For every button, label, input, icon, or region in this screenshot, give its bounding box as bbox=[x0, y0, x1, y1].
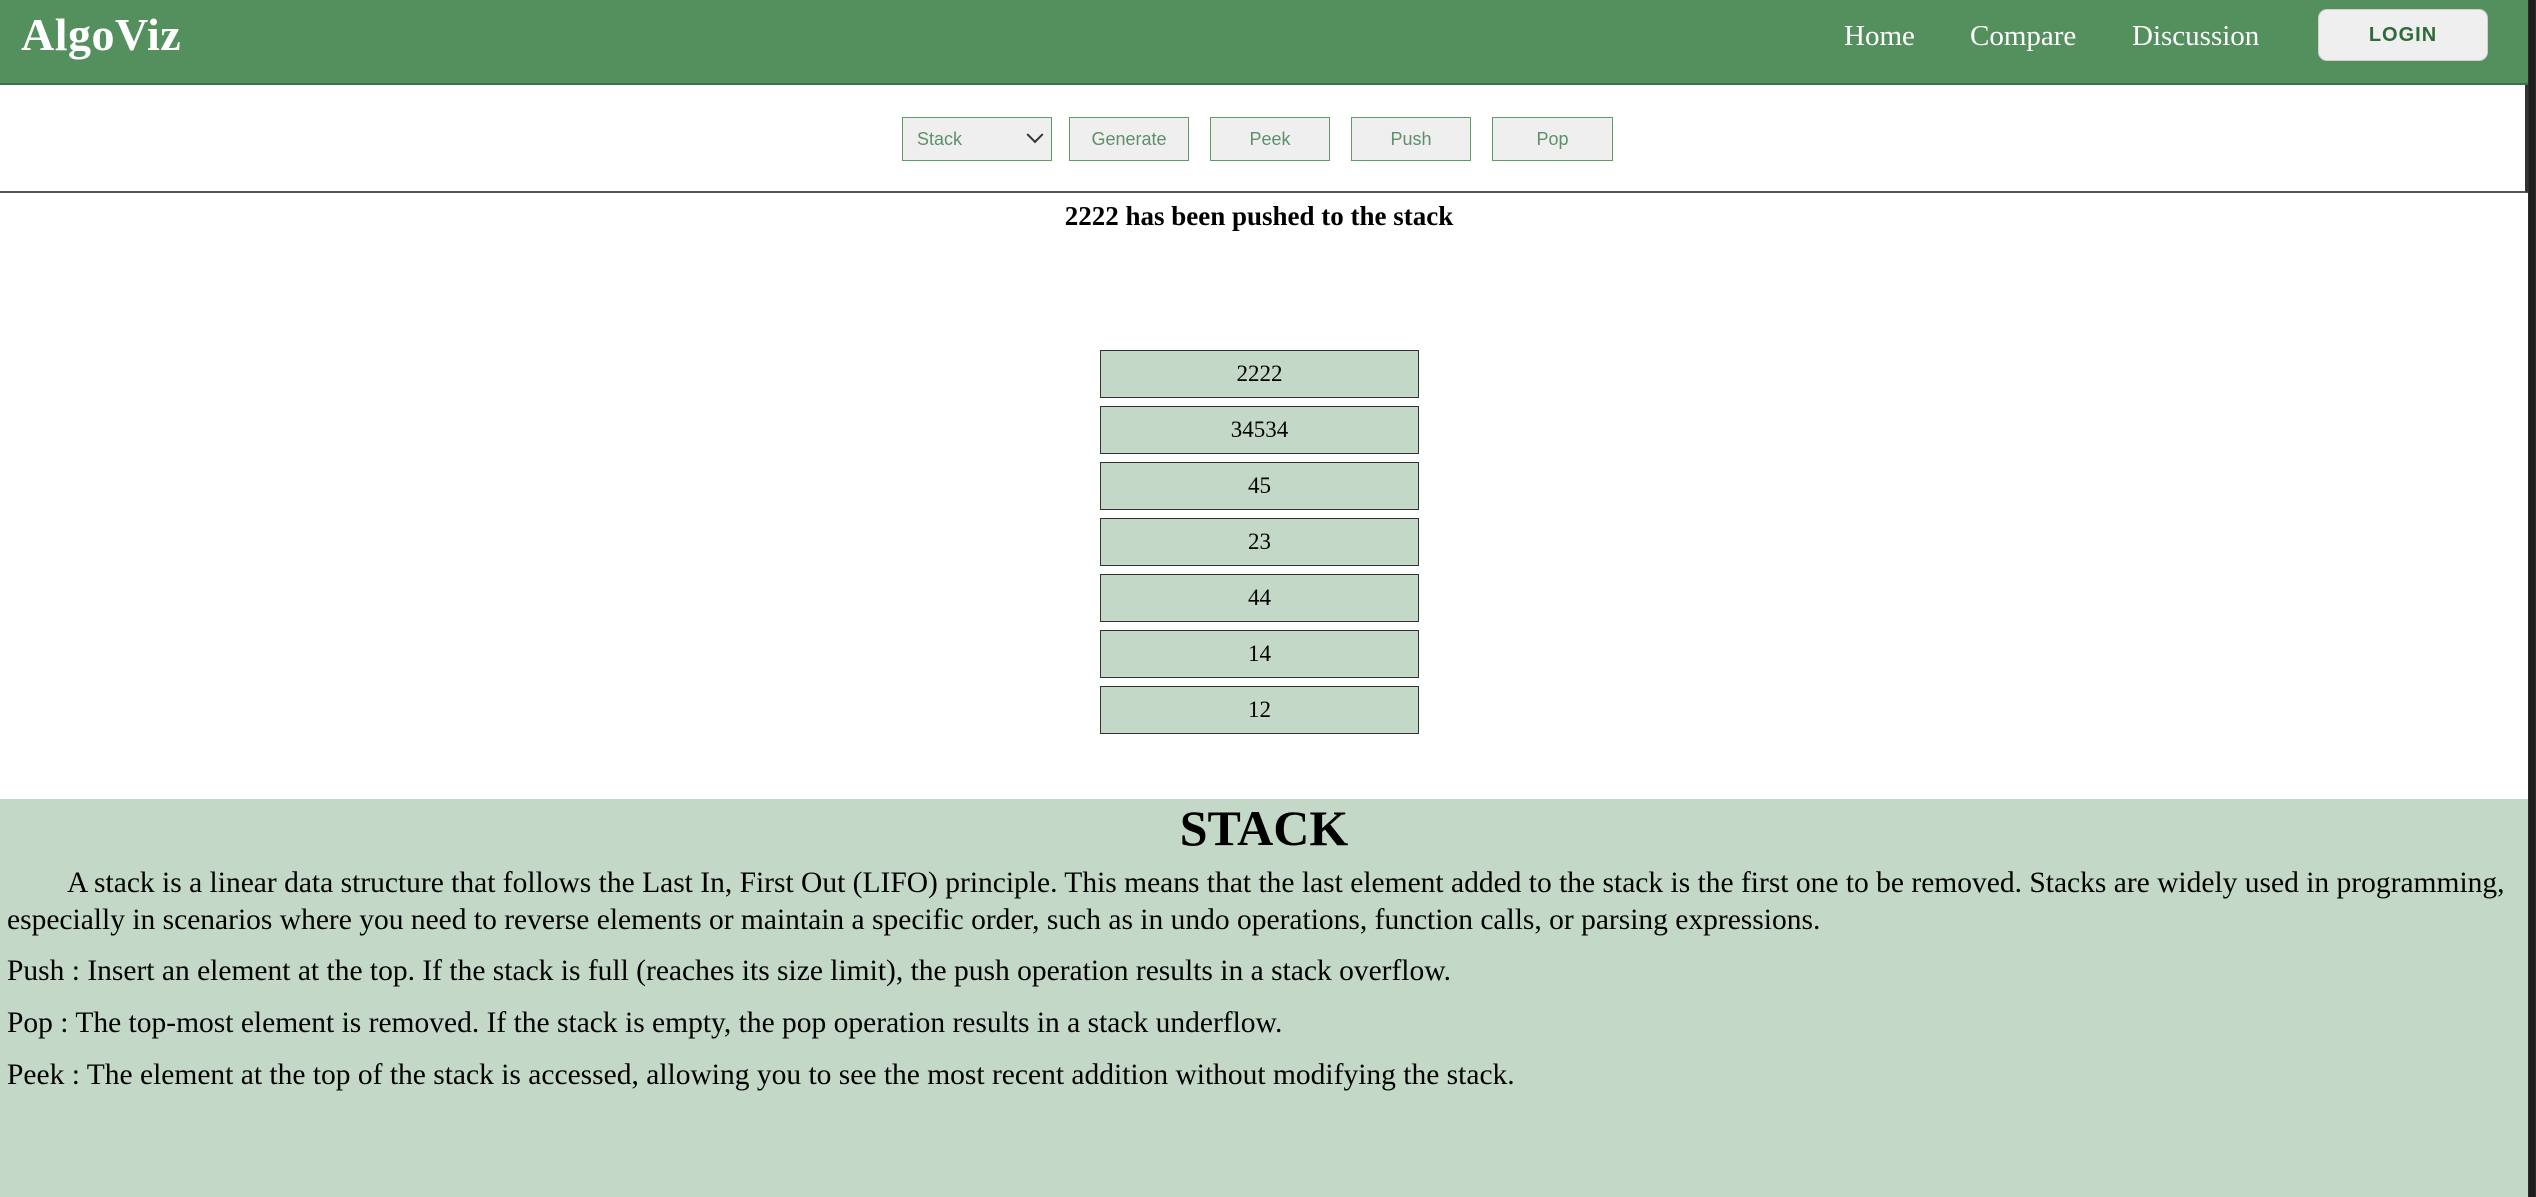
chevron-down-icon bbox=[1026, 126, 1044, 144]
stack-item: 45 bbox=[1100, 462, 1419, 510]
controls-bar: Stack Generate Peek Push Pop bbox=[0, 85, 2528, 193]
peek-button[interactable]: Peek bbox=[1210, 117, 1330, 161]
nav-discussion-link[interactable]: Discussion bbox=[2132, 20, 2259, 53]
info-title: STACK bbox=[1179, 800, 1349, 856]
vertical-scrollbar[interactable] bbox=[2528, 0, 2536, 1197]
pop-button[interactable]: Pop bbox=[1492, 117, 1613, 161]
nav-compare-link[interactable]: Compare bbox=[1970, 20, 2076, 53]
data-structure-select[interactable]: Stack bbox=[902, 117, 1052, 161]
stack-item: 34534 bbox=[1100, 406, 1419, 454]
login-button[interactable]: LOGIN bbox=[2318, 9, 2488, 61]
stack-item: 2222 bbox=[1100, 350, 1419, 398]
navbar: AlgoViz Home Compare Discussion LOGIN bbox=[0, 0, 2528, 85]
info-intro: A stack is a linear data structure that … bbox=[7, 867, 2505, 936]
nav-home-link[interactable]: Home bbox=[1844, 20, 1915, 53]
scrollbar-thumb[interactable] bbox=[2529, 0, 2535, 1197]
info-pop: Pop : The top-most element is removed. I… bbox=[7, 1007, 1283, 1039]
stack-item: 44 bbox=[1100, 574, 1419, 622]
stack-item: 14 bbox=[1100, 630, 1419, 678]
data-structure-select-value: Stack bbox=[917, 128, 963, 149]
info-peek: Peek : The element at the top of the sta… bbox=[7, 1059, 1515, 1091]
stack-visualization: 2222 34534 45 23 44 14 12 bbox=[1100, 350, 1419, 742]
stack-item: 12 bbox=[1100, 686, 1419, 734]
stack-item: 23 bbox=[1100, 518, 1419, 566]
page: AlgoViz Home Compare Discussion LOGIN St… bbox=[0, 0, 2528, 1197]
push-button[interactable]: Push bbox=[1351, 117, 1471, 161]
status-message: 2222 has been pushed to the stack bbox=[1064, 201, 1454, 231]
generate-button[interactable]: Generate bbox=[1069, 117, 1189, 161]
brand-logo[interactable]: AlgoViz bbox=[21, 8, 181, 61]
info-push: Push : Insert an element at the top. If … bbox=[7, 955, 1452, 987]
info-section: STACK A stack is a linear data structure… bbox=[0, 799, 2528, 1197]
